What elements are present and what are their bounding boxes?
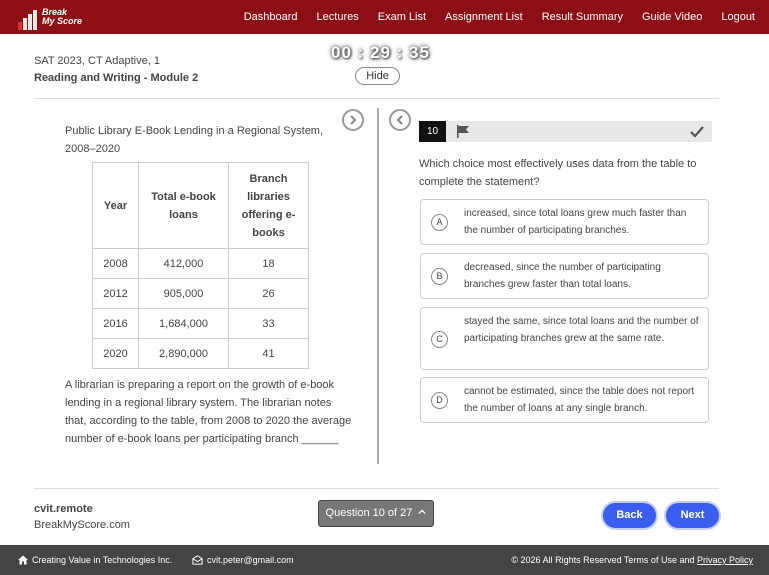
table-row: 2020 2,890,000 41	[92, 338, 309, 369]
footer-divider	[34, 488, 719, 489]
back-button[interactable]: Back	[601, 501, 658, 530]
main-nav: Dashboard Lectures Exam List Assignment …	[225, 0, 755, 34]
table-cell: 412,000	[138, 248, 229, 279]
brand-logo[interactable]: Break My Score	[18, 4, 98, 30]
table-cell: 26	[228, 278, 309, 309]
option-text-a: increased, since total loans grew much f…	[464, 208, 687, 236]
answer-option-a[interactable]: A increased, since total loans grew much…	[420, 199, 709, 245]
question-prompt: Which choice most effectively uses data …	[419, 158, 697, 188]
answer-option-c[interactable]: C stayed the same, since total loans and…	[420, 307, 709, 370]
expand-left-button[interactable]	[389, 109, 411, 131]
table-row: 2016 1,684,000 33	[92, 308, 309, 339]
option-letter-d: D	[431, 392, 448, 409]
nav-dashboard[interactable]: Dashboard	[244, 11, 298, 23]
checkmark-icon[interactable]	[690, 125, 704, 138]
option-text-c: stayed the same, since total loans and t…	[464, 316, 699, 344]
module-name: Reading and Writing - Module 2	[34, 72, 199, 84]
exam-name: SAT 2023, CT Adaptive, 1	[34, 55, 160, 67]
username: cvit.remote	[34, 503, 93, 515]
table-cell: 2020	[92, 338, 139, 369]
option-text-b: decreased, since the number of participa…	[464, 262, 661, 290]
rights-text: © 2026 All Rights Reserved Terms of Use …	[511, 555, 695, 565]
header-divider	[34, 98, 719, 99]
passage-text: A librarian is preparing a report on the…	[65, 379, 352, 445]
bottom-bar: Creating Value in Technologies Inc. cvit…	[0, 545, 769, 575]
table-cell: 2016	[92, 308, 139, 339]
question-header-bar: 10	[419, 121, 712, 142]
logo-bars-icon	[18, 10, 40, 30]
chevron-right-icon	[350, 115, 357, 125]
mail-icon	[192, 555, 203, 565]
table-cell: 2008	[92, 248, 139, 279]
answer-option-d[interactable]: D cannot be estimated, since the table d…	[420, 377, 709, 423]
answer-option-b[interactable]: B decreased, since the number of partici…	[420, 253, 709, 299]
table-title: Public Library E-Book Lending in a Regio…	[65, 125, 324, 155]
company-info: Creating Value in Technologies Inc.	[18, 555, 172, 565]
top-navbar: Break My Score Dashboard Lectures Exam L…	[0, 0, 769, 34]
option-text-d: cannot be estimated, since the table doe…	[464, 386, 695, 414]
table-row: 2008 412,000 18	[92, 248, 309, 279]
option-letter-a: A	[431, 214, 448, 231]
privacy-policy-link[interactable]: Privacy Policy	[697, 555, 753, 565]
nav-lectures[interactable]: Lectures	[317, 11, 359, 23]
flag-icon[interactable]	[456, 125, 470, 138]
table-cell: 33	[228, 308, 309, 339]
table-cell: 2012	[92, 278, 139, 309]
home-icon	[18, 555, 28, 565]
option-letter-b: B	[431, 268, 448, 285]
countdown-timer: 00 : 29 : 35	[331, 43, 430, 62]
logo-text-myscore: My Score	[42, 16, 83, 26]
contact-email[interactable]: cvit.peter@gmail.com	[207, 555, 294, 565]
nav-result-summary[interactable]: Result Summary	[542, 11, 623, 23]
table-cell: 41	[228, 338, 309, 369]
question-number: 10	[419, 121, 446, 142]
table-cell: 1,684,000	[138, 308, 229, 339]
table-cell: 18	[228, 248, 309, 279]
legal-info: © 2026 All Rights Reserved Terms of Use …	[511, 555, 753, 565]
nav-logout[interactable]: Logout	[721, 11, 755, 23]
next-button[interactable]: Next	[664, 501, 721, 530]
panel-divider[interactable]	[377, 108, 379, 464]
chevron-left-icon	[396, 115, 403, 125]
site-name: BreakMyScore.com	[34, 519, 130, 531]
nav-assignment-list[interactable]: Assignment List	[445, 11, 523, 23]
question-navigator-button[interactable]: Question 10 of 27	[318, 500, 434, 527]
table-header-year: Year	[92, 162, 139, 249]
chevron-up-icon	[418, 509, 427, 515]
nav-exam-list[interactable]: Exam List	[378, 11, 426, 23]
table-row: 2012 905,000 26	[92, 278, 309, 309]
data-table: Year Total e-book loans Branch libraries…	[92, 162, 309, 369]
company-name: Creating Value in Technologies Inc.	[32, 555, 173, 565]
option-letter-c: C	[431, 331, 448, 348]
expand-right-button[interactable]	[342, 109, 364, 131]
table-cell: 2,890,000	[138, 338, 229, 369]
question-navigator-label: Question 10 of 27	[325, 507, 413, 519]
hide-timer-button[interactable]: Hide	[355, 67, 400, 85]
nav-guide-video[interactable]: Guide Video	[642, 11, 702, 23]
table-cell: 905,000	[138, 278, 229, 309]
table-header-loans: Total e-book loans	[138, 162, 229, 249]
table-header-branches: Branch libraries offering e-books	[228, 162, 309, 249]
contact-info: cvit.peter@gmail.com	[192, 555, 294, 565]
